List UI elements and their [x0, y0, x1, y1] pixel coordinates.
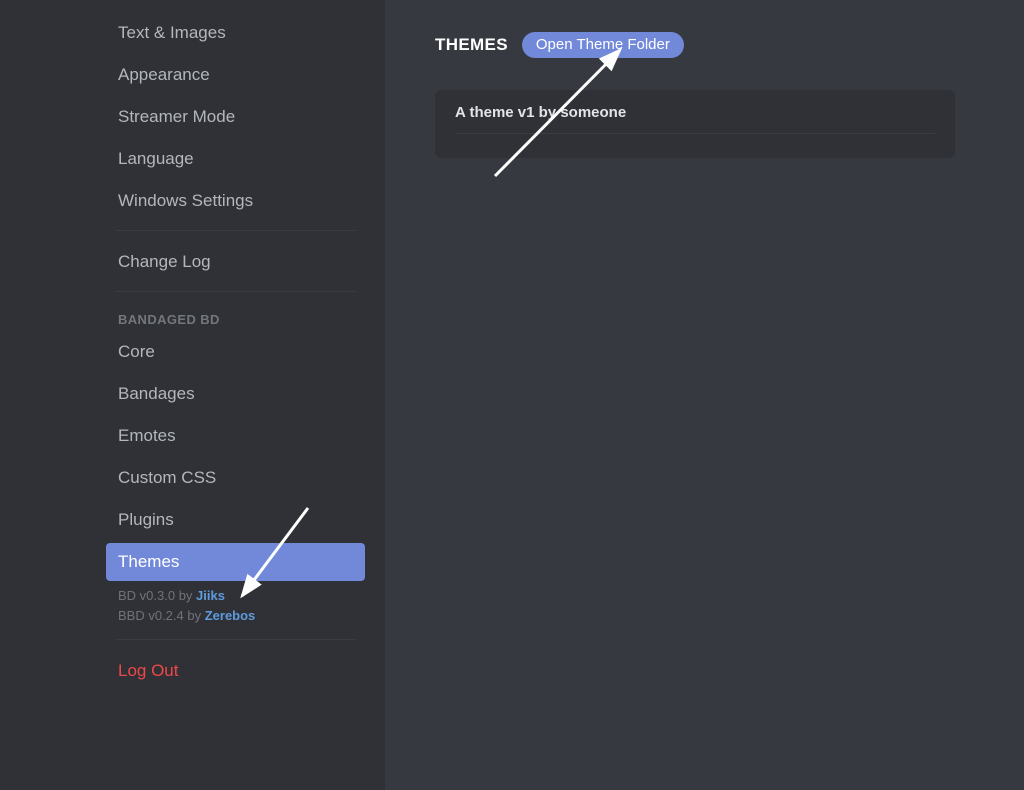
open-theme-folder-button[interactable]: Open Theme Folder: [522, 32, 684, 58]
bbd-version-line: BBD v0.2.4 by Zerebos: [106, 605, 365, 625]
sidebar-item-plugins[interactable]: Plugins: [106, 501, 365, 539]
sidebar-item-language[interactable]: Language: [106, 140, 365, 178]
sidebar-item-streamer-mode[interactable]: Streamer Mode: [106, 98, 365, 136]
sidebar-item-windows-settings[interactable]: Windows Settings: [106, 182, 365, 220]
app-root: Text & Images Appearance Streamer Mode L…: [0, 0, 1024, 790]
sidebar-divider: [116, 291, 355, 292]
bd-author-link[interactable]: Jiiks: [196, 588, 225, 603]
sidebar-item-core[interactable]: Core: [106, 333, 365, 371]
sidebar-item-bandages[interactable]: Bandages: [106, 375, 365, 413]
sidebar-item-themes[interactable]: Themes: [106, 543, 365, 581]
sidebar-divider: [116, 230, 355, 231]
settings-sidebar: Text & Images Appearance Streamer Mode L…: [0, 0, 385, 790]
sidebar-item-appearance[interactable]: Appearance: [106, 56, 365, 94]
theme-card-title: A theme v1 by someone: [455, 104, 935, 121]
sidebar-item-custom-css[interactable]: Custom CSS: [106, 459, 365, 497]
bd-version-line: BD v0.3.0 by Jiiks: [106, 585, 365, 605]
sidebar-section-header-bbd: BANDAGED BD: [106, 304, 365, 333]
theme-card-divider: [455, 133, 935, 134]
themes-panel: THEMES Open Theme Folder A theme v1 by s…: [385, 0, 1024, 790]
bbd-author-link[interactable]: Zerebos: [205, 608, 256, 623]
bd-version-text: BD v0.3.0 by: [118, 588, 196, 603]
sidebar-divider: [116, 639, 355, 640]
theme-card: A theme v1 by someone: [435, 90, 955, 158]
page-title: THEMES: [435, 35, 508, 55]
sidebar-item-emotes[interactable]: Emotes: [106, 417, 365, 455]
title-row: THEMES Open Theme Folder: [435, 32, 1024, 58]
sidebar-item-log-out[interactable]: Log Out: [106, 652, 365, 690]
bbd-version-text: BBD v0.2.4 by: [118, 608, 205, 623]
sidebar-item-change-log[interactable]: Change Log: [106, 243, 365, 281]
sidebar-item-text-and-images[interactable]: Text & Images: [106, 14, 365, 52]
